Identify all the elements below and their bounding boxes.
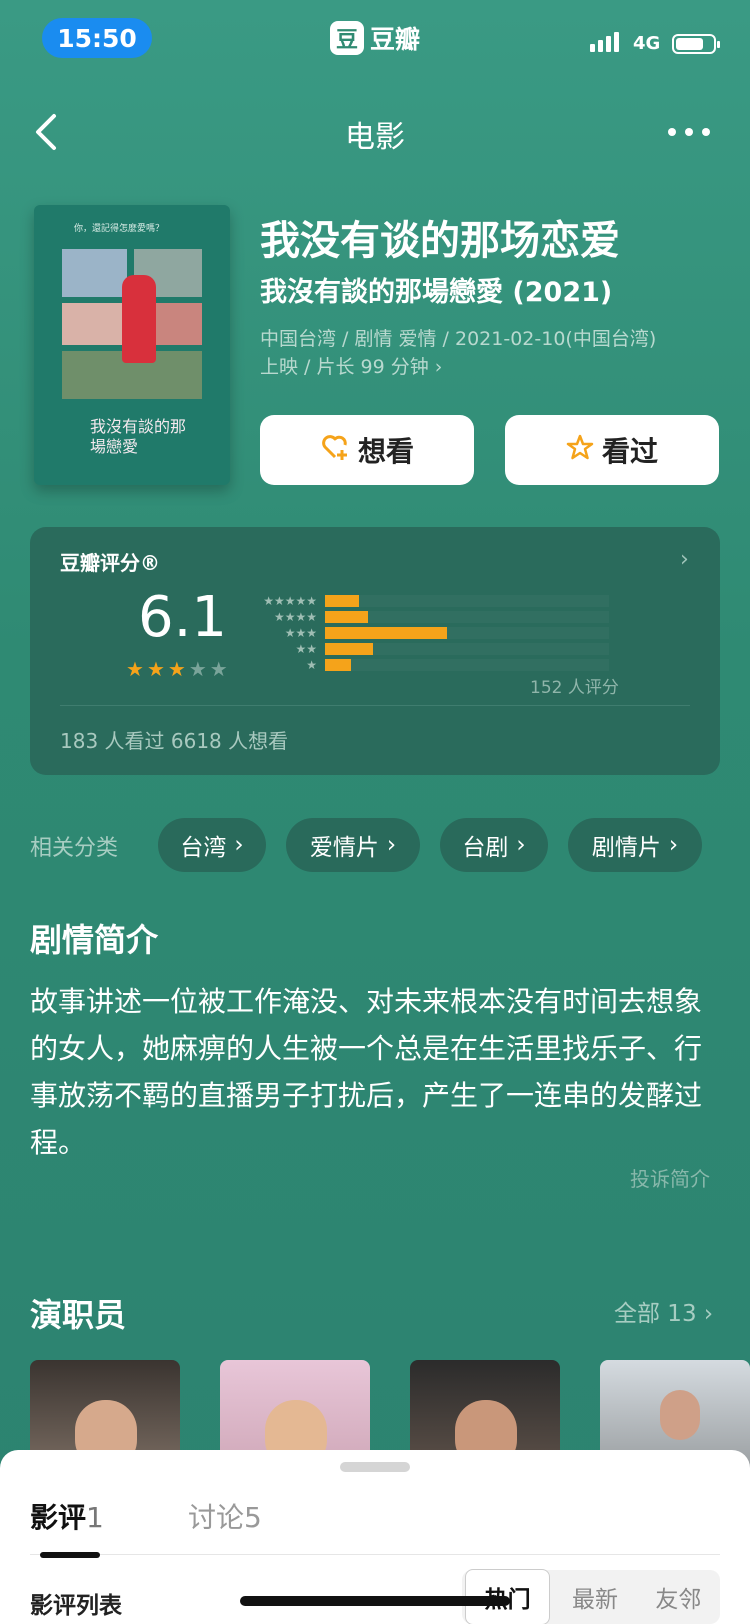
rating-bar-stars: ★★★★★: [263, 594, 317, 608]
rating-bar-track: [325, 627, 609, 639]
tab-discussion-count: 5: [244, 1501, 262, 1534]
rating-label: 豆瓣评分®: [60, 551, 160, 575]
rating-distribution: ★★★★★ ★★★★ ★★★ ★★ ★: [245, 593, 609, 673]
star-empty-icon: ★: [188, 657, 207, 681]
chip-drama[interactable]: 剧情片 ›: [568, 818, 702, 872]
app-name: 豆瓣: [370, 25, 421, 54]
star-empty-icon: ★: [209, 657, 228, 681]
cast-title: 演职员: [30, 1296, 127, 1334]
network-type: 4G: [633, 33, 661, 54]
rating-bar-track: [325, 611, 609, 623]
star-filled-icon: ★: [146, 657, 165, 681]
synopsis-title: 剧情简介: [30, 921, 159, 959]
rating-bar-stars: ★★: [295, 642, 317, 656]
movie-original-title: 我沒有談的那場戀愛 (2021): [260, 277, 613, 308]
rating-bar-track: [325, 659, 609, 671]
app-badge[interactable]: 豆 豆瓣: [330, 20, 420, 56]
movie-meta[interactable]: 中国台湾 / 剧情 爱情 / 2021-02-10(中国台湾) 上映 / 片长 …: [260, 325, 730, 381]
chip-label: 爱情片: [309, 835, 379, 861]
home-indicator: [240, 1596, 510, 1606]
rating-bar-row: ★★: [245, 641, 609, 657]
related-label: 相关分类: [30, 836, 119, 861]
chip-label: 剧情片: [591, 835, 661, 861]
divider: [60, 705, 690, 706]
want-label: 想看: [357, 435, 414, 468]
active-tab-indicator: [40, 1552, 100, 1558]
chip-tw-drama[interactable]: 台剧 ›: [440, 818, 548, 872]
movie-title: 我没有谈的那场恋爱: [260, 218, 620, 264]
rating-bar-row: ★★★: [245, 625, 609, 641]
chevron-right-icon[interactable]: ›: [680, 547, 689, 572]
star-filled-icon: ★: [126, 657, 144, 681]
sort-friends[interactable]: 友邻: [637, 1580, 720, 1614]
cast-all-link[interactable]: 全部 13 ›: [614, 1294, 713, 1328]
tab-reviews[interactable]: 影评1: [30, 1496, 104, 1536]
report-synopsis-link[interactable]: 投诉简介: [630, 1163, 710, 1192]
tab-reviews-count: 1: [86, 1501, 104, 1534]
rating-footer: 183 人看过 6618 人想看: [60, 729, 289, 753]
divider: [30, 1554, 720, 1555]
meta-line-2: 上映 / 片长 99 分钟 ›: [260, 356, 443, 378]
review-list-label: 影评列表: [30, 1593, 122, 1619]
seen-button[interactable]: 看过: [505, 415, 719, 485]
rating-bar-fill: [325, 659, 351, 671]
rating-bar-fill: [325, 611, 368, 623]
rating-stars: ★ ★ ★ ★ ★: [126, 659, 228, 679]
sort-latest[interactable]: 最新: [553, 1580, 636, 1614]
tab-discussion[interactable]: 讨论5: [188, 1496, 262, 1536]
rating-bar-row: ★★★★★: [245, 593, 609, 609]
rating-score: 6.1: [138, 585, 228, 650]
meta-line-1: 中国台湾 / 剧情 爱情 / 2021-02-10(中国台湾): [260, 328, 657, 350]
battery-icon: [672, 34, 720, 54]
more-icon[interactable]: [668, 128, 710, 136]
chip-label: 台剧: [462, 835, 509, 861]
chevron-right-icon: ›: [516, 832, 526, 858]
heart-plus-icon: [320, 433, 350, 468]
movie-poster[interactable]: 你，還記得怎麼愛嗎？ 我沒有談的那場戀愛: [34, 205, 230, 485]
status-time: 15:50: [42, 18, 152, 58]
synopsis-text: 故事讲述一位被工作淹没、对未来根本没有时间去想象的女人，她麻痹的人生被一个总是在…: [30, 985, 703, 1159]
rating-bar-stars: ★: [306, 658, 317, 672]
signal-icon: [590, 30, 619, 52]
tab-reviews-label: 影评: [30, 1501, 87, 1534]
sheet-grabber[interactable]: [340, 1462, 410, 1472]
tab-discussion-label: 讨论: [188, 1501, 245, 1534]
rating-bar-fill: [325, 643, 374, 655]
chip-taiwan[interactable]: 台湾 ›: [158, 818, 266, 872]
chevron-right-icon: ›: [234, 832, 244, 858]
chevron-right-icon: ›: [386, 832, 397, 858]
rating-bar-stars: ★★★★: [273, 610, 317, 624]
rating-bar-track: [325, 643, 609, 655]
rating-card[interactable]: 豆瓣评分® › 6.1 ★ ★ ★ ★ ★ ★★★★★ ★★★★ ★★★ ★★ ★ 152 人评…: [30, 527, 720, 775]
rating-bar-track: [325, 595, 609, 607]
chip-romance[interactable]: 爱情片 ›: [286, 818, 420, 872]
rating-bar-row: ★★★★: [245, 609, 609, 625]
want-button[interactable]: 想看: [260, 415, 474, 485]
douban-logo-icon: 豆: [330, 21, 364, 55]
rating-bar-fill: [325, 595, 360, 607]
chip-label: 台湾: [180, 835, 227, 861]
rating-bar-fill: [325, 627, 448, 639]
rating-count: 152 人评分: [530, 678, 619, 698]
poster-title: 我沒有談的那場戀愛: [90, 417, 187, 456]
star-filled-icon: ★: [167, 657, 186, 681]
star-outline-icon: [566, 433, 594, 468]
seen-label: 看过: [601, 435, 658, 468]
chevron-right-icon: ›: [668, 832, 679, 858]
nav-title: 电影: [345, 120, 405, 155]
rating-bar-stars: ★★★: [284, 626, 317, 640]
poster-tagline: 你，還記得怎麼愛嗎？: [74, 224, 165, 234]
rating-bar-row: ★: [245, 657, 609, 673]
